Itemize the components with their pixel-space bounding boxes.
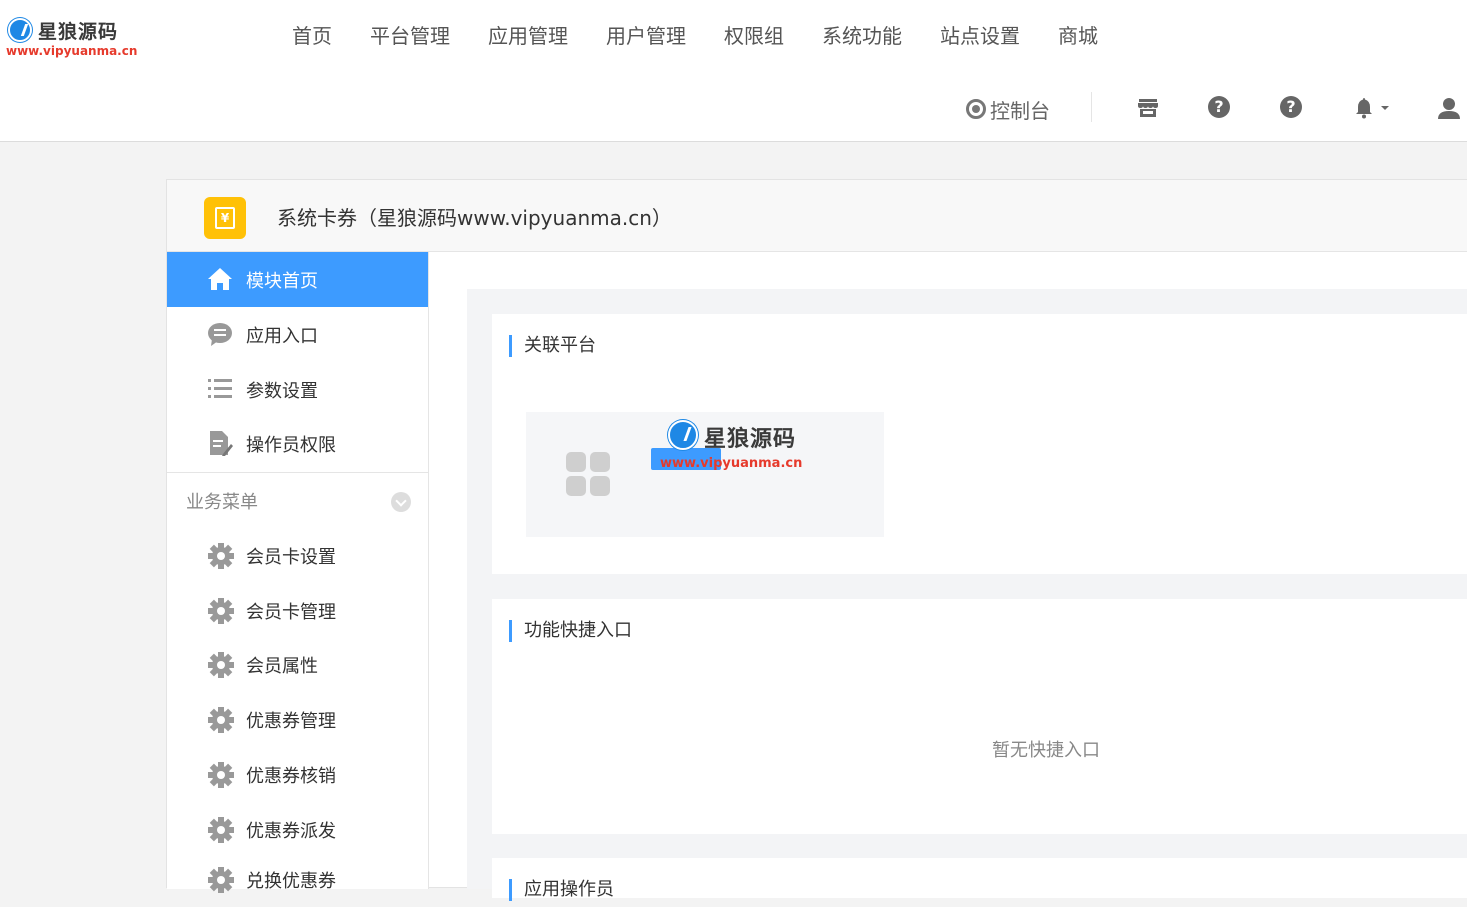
platform-tile[interactable]: 星狼源码 www.vipyuanma.cn bbox=[526, 412, 884, 537]
sidebar-item-app-entry[interactable]: 应用入口 bbox=[167, 307, 428, 362]
shortcuts-card: 功能快捷入口 暂无快捷入口 bbox=[492, 599, 1467, 834]
sidebar-item-coupon-management[interactable]: 优惠券管理 bbox=[167, 692, 428, 747]
gear-icon bbox=[202, 592, 240, 630]
grid-icon bbox=[566, 452, 612, 498]
shortcuts-empty-text: 暂无快捷入口 bbox=[992, 740, 1100, 761]
header-toolbar: 控制台 ? ? bbox=[0, 88, 1467, 130]
help-icon[interactable]: ? bbox=[1208, 96, 1232, 120]
logo-mark-icon bbox=[8, 18, 32, 42]
user-icon[interactable] bbox=[1437, 96, 1461, 120]
top-header: 星狼源码 www.vipyuanma.cn 首页 平台管理 应用管理 用户管理 … bbox=[0, 0, 1467, 142]
watermark-mark-icon bbox=[668, 420, 698, 450]
nav-item-app-management[interactable]: 应用管理 bbox=[469, 20, 587, 54]
site-logo[interactable]: 星狼源码 www.vipyuanma.cn bbox=[6, 14, 137, 62]
nav-item-permission-group[interactable]: 权限组 bbox=[705, 20, 803, 54]
gear-icon bbox=[202, 646, 240, 684]
console-link[interactable]: 控制台 bbox=[966, 94, 1050, 124]
sidebar-item-redeem-coupon[interactable]: 兑换优惠券 bbox=[167, 852, 428, 907]
logo-url: www.vipyuanma.cn bbox=[6, 44, 138, 58]
list-icon bbox=[208, 379, 232, 398]
module-header: ¥ 系统卡券（星狼源码www.vipyuanma.cn） bbox=[167, 180, 1467, 252]
home-icon bbox=[208, 268, 232, 290]
gear-icon bbox=[202, 756, 240, 794]
sidebar-item-membership-card-management[interactable]: 会员卡管理 bbox=[167, 583, 428, 638]
sidebar-item-parameter-settings[interactable]: 参数设置 bbox=[167, 362, 428, 417]
notifications-button[interactable] bbox=[1352, 96, 1394, 120]
module-title: 系统卡券（星狼源码www.vipyuanma.cn） bbox=[277, 206, 672, 230]
gear-icon bbox=[202, 701, 240, 739]
operators-title: 应用操作员 bbox=[509, 879, 614, 901]
nav-item-site-settings[interactable]: 站点设置 bbox=[921, 20, 1039, 54]
linked-platform-title: 关联平台 bbox=[509, 335, 596, 357]
module-main: 关联平台 星狼源码 www.vipyuanma.cn 功能快捷入口 暂无快捷入口… bbox=[467, 289, 1467, 901]
console-label: 控制台 bbox=[990, 98, 1050, 123]
operators-card: 应用操作员 bbox=[492, 858, 1467, 901]
gear-icon bbox=[202, 811, 240, 849]
gear-icon bbox=[202, 537, 240, 575]
gear-icon bbox=[202, 861, 240, 899]
chevron-down-icon bbox=[391, 492, 411, 512]
coupon-icon: ¥ bbox=[204, 197, 246, 239]
sidebar-item-module-home[interactable]: 模块首页 bbox=[167, 252, 428, 307]
module-panel: ¥ 系统卡券（星狼源码www.vipyuanma.cn） 模块首页 应用入口 参… bbox=[166, 179, 1467, 901]
sidebar-item-coupon-distribution[interactable]: 优惠券派发 bbox=[167, 802, 428, 857]
module-sidebar: 模块首页 应用入口 参数设置 操作员权限 业务菜单 会员卡设置 会员卡管理 会员… bbox=[167, 252, 429, 899]
sidebar-divider bbox=[167, 472, 428, 473]
nav-item-user-management[interactable]: 用户管理 bbox=[587, 20, 705, 54]
sidebar-group-business-menu[interactable]: 业务菜单 bbox=[167, 474, 428, 528]
document-edit-icon bbox=[210, 431, 233, 456]
sidebar-item-membership-card-settings[interactable]: 会员卡设置 bbox=[167, 528, 428, 583]
chat-icon bbox=[208, 323, 232, 346]
nav-item-platform-management[interactable]: 平台管理 bbox=[351, 20, 469, 54]
nav-item-home[interactable]: 首页 bbox=[273, 20, 351, 54]
store-icon[interactable] bbox=[1136, 96, 1160, 120]
shortcuts-title: 功能快捷入口 bbox=[509, 620, 632, 642]
toolbar-divider bbox=[1091, 92, 1092, 122]
nav-item-system-functions[interactable]: 系统功能 bbox=[803, 20, 921, 54]
top-navigation: 首页 平台管理 应用管理 用户管理 权限组 系统功能 站点设置 商城 bbox=[273, 20, 1117, 54]
nav-item-mall[interactable]: 商城 bbox=[1039, 20, 1117, 54]
sidebar-item-coupon-verification[interactable]: 优惠券核销 bbox=[167, 747, 428, 802]
target-icon bbox=[966, 99, 986, 119]
sidebar-item-operator-permissions[interactable]: 操作员权限 bbox=[167, 416, 428, 471]
sidebar-item-member-attributes[interactable]: 会员属性 bbox=[167, 637, 428, 692]
linked-platform-card: 关联平台 星狼源码 www.vipyuanma.cn bbox=[492, 314, 1467, 574]
watermark-logo: 星狼源码 www.vipyuanma.cn bbox=[660, 418, 808, 474]
bell-icon bbox=[1356, 98, 1389, 119]
logo-name: 星狼源码 bbox=[38, 21, 119, 43]
help-icon[interactable]: ? bbox=[1280, 96, 1304, 120]
chevron-down-icon bbox=[1381, 106, 1389, 110]
